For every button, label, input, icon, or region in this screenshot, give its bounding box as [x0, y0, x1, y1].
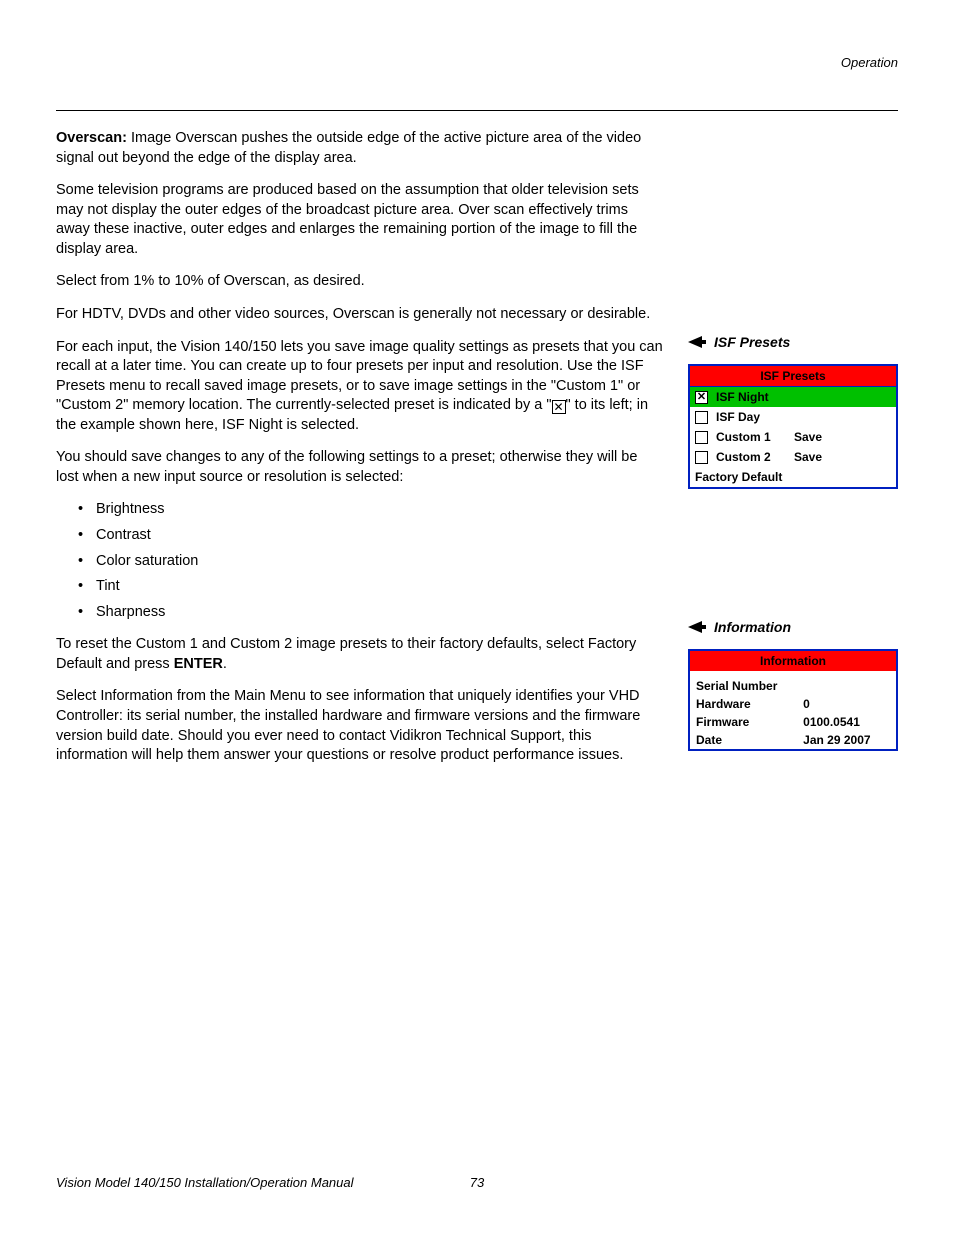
body-text-column: Overscan: Image Overscan pushes the outs… — [56, 129, 664, 779]
settings-bullet-list: Brightness Contrast Color saturation Tin… — [82, 500, 664, 622]
overscan-lead: Overscan: — [56, 130, 127, 146]
arrow-left-icon — [688, 621, 706, 633]
isf-heading-text: ISF Presets — [714, 334, 790, 350]
sidebar-spacer — [688, 129, 898, 334]
list-item: Color saturation — [82, 552, 664, 572]
overscan-paragraph-4: For HDTV, DVDs and other video sources, … — [56, 305, 664, 325]
info-value: Jan 29 2007 — [797, 731, 897, 750]
isf-menu-factory-default[interactable]: Factory Default — [690, 467, 896, 487]
overscan-paragraph-3: Select from 1% to 10% of Overscan, as de… — [56, 272, 664, 292]
page-footer: Vision Model 140/150 Installation/Operat… — [56, 1175, 898, 1190]
isf-p3a: To reset the Custom 1 and Custom 2 image… — [56, 636, 636, 672]
isf-row-label: Custom 1 — [716, 430, 786, 444]
isf-paragraph-3: To reset the Custom 1 and Custom 2 image… — [56, 635, 664, 674]
information-menu: Information Serial Number Hardware 0 Fir… — [688, 649, 898, 751]
list-item: Sharpness — [82, 603, 664, 623]
sidebar-column: ISF Presets ISF Presets ✕ ISF Night ISF … — [688, 129, 898, 779]
isf-paragraph-2: You should save changes to any of the fo… — [56, 448, 664, 487]
isf-paragraph-1: For each input, the Vision 140/150 lets … — [56, 338, 664, 436]
list-item: Contrast — [82, 526, 664, 546]
overscan-paragraph-2: Some television programs are produced ba… — [56, 181, 664, 259]
info-row-hardware: Hardware 0 — [689, 695, 897, 713]
checkbox-empty-icon — [695, 451, 708, 464]
isf-menu-row-night[interactable]: ✕ ISF Night — [690, 387, 896, 407]
isf-menu-row-custom2[interactable]: Custom 2 Save — [690, 447, 896, 467]
isf-menu-row-custom1[interactable]: Custom 1 Save — [690, 427, 896, 447]
info-row-firmware: Firmware 0100.0541 — [689, 713, 897, 731]
page-header-section: Operation — [56, 55, 898, 70]
isf-p3b: ENTER — [174, 656, 223, 672]
isf-row-save[interactable]: Save — [794, 430, 822, 444]
info-value: 0 — [797, 695, 897, 713]
information-paragraph: Select Information from the Main Menu to… — [56, 687, 664, 765]
overscan-paragraph-1: Overscan: Image Overscan pushes the outs… — [56, 129, 664, 168]
isf-menu-title: ISF Presets — [690, 366, 896, 387]
isf-p3c: . — [223, 656, 227, 672]
info-row-serial: Serial Number — [689, 677, 897, 695]
info-row-date: Date Jan 29 2007 — [689, 731, 897, 750]
checkbox-empty-icon — [695, 411, 708, 424]
information-heading: Information — [688, 619, 898, 635]
isf-row-label: ISF Night — [716, 390, 786, 404]
overscan-p1-text: Image Overscan pushes the outside edge o… — [56, 130, 641, 166]
sidebar-spacer — [688, 489, 898, 619]
info-label: Firmware — [689, 713, 797, 731]
isf-row-label: Custom 2 — [716, 450, 786, 464]
checkbox-checked-icon: ✕ — [695, 391, 708, 404]
isf-menu-row-day[interactable]: ISF Day — [690, 407, 896, 427]
info-label: Hardware — [689, 695, 797, 713]
arrow-left-icon — [688, 336, 706, 348]
list-item: Tint — [82, 577, 664, 597]
content-area: Overscan: Image Overscan pushes the outs… — [56, 129, 898, 779]
checked-box-icon: ✕ — [552, 400, 566, 414]
isf-presets-heading: ISF Presets — [688, 334, 898, 350]
info-value — [797, 677, 897, 695]
header-rule — [56, 110, 898, 111]
info-menu-title: Information — [689, 650, 897, 671]
info-value: 0100.0541 — [797, 713, 897, 731]
isf-row-save[interactable]: Save — [794, 450, 822, 464]
info-label: Serial Number — [689, 677, 797, 695]
footer-page-number: 73 — [470, 1175, 484, 1190]
info-heading-text: Information — [714, 619, 791, 635]
info-label: Date — [689, 731, 797, 750]
isf-row-label: ISF Day — [716, 410, 786, 424]
checkbox-empty-icon — [695, 431, 708, 444]
isf-presets-menu: ISF Presets ✕ ISF Night ISF Day Custom 1… — [688, 364, 898, 489]
list-item: Brightness — [82, 500, 664, 520]
